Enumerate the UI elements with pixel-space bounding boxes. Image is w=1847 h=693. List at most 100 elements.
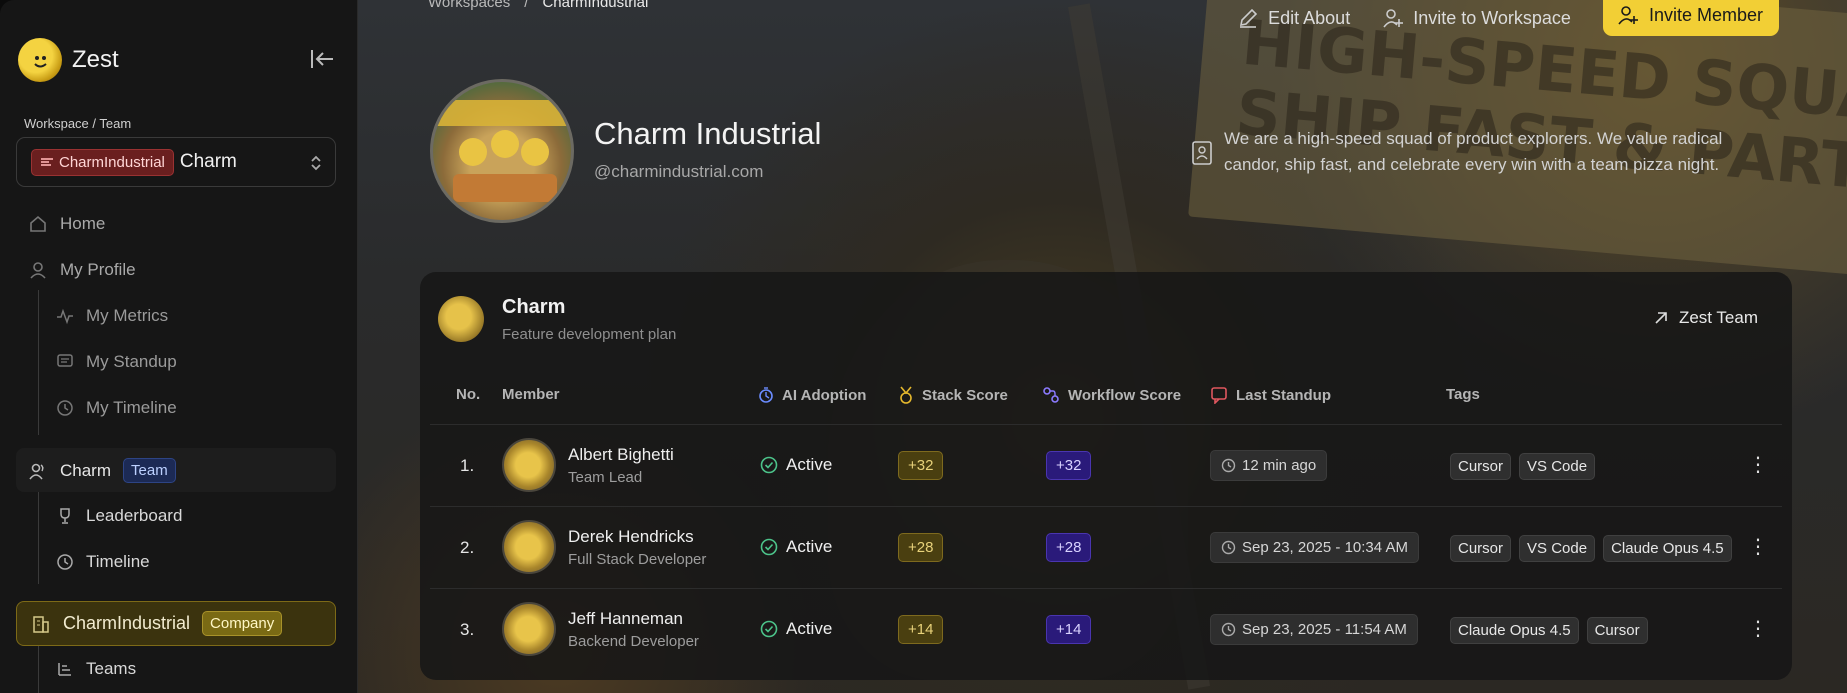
sidebar-item-leaderboard[interactable]: Leaderboard <box>56 506 182 526</box>
tags-cell: Cursor VS Code Claude Opus 4.5 <box>1450 535 1740 562</box>
sidebar-item-my-profile[interactable]: My Profile <box>28 260 136 280</box>
member-info: Albert Bighetti Team Lead <box>568 445 674 486</box>
standup-time: 12 min ago <box>1242 457 1317 474</box>
member-name[interactable]: Albert Bighetti <box>568 445 674 465</box>
nav-tree-line <box>38 290 39 435</box>
tag: VS Code <box>1519 453 1596 480</box>
workflow-icon <box>1043 387 1059 403</box>
member-avatar[interactable] <box>502 602 556 656</box>
team-card: Charm Feature development plan Zest Team… <box>420 272 1792 680</box>
sidebar-item-label: CharmIndustrial <box>63 613 191 633</box>
stack-score-badge: +32 <box>898 451 944 480</box>
column-header-label: Workflow Score <box>1068 386 1182 404</box>
column-header-ai-adoption[interactable]: AI Adoption <box>758 386 866 404</box>
stack-score-badge: +28 <box>898 533 944 562</box>
member-name[interactable]: Derek Hendricks <box>568 527 694 547</box>
workflow-score-badge: +32 <box>1046 451 1092 480</box>
column-header-label: AI Adoption <box>782 386 867 404</box>
ai-adoption-status: Active <box>760 537 832 557</box>
zest-team-link[interactable]: Zest Team <box>1653 308 1758 328</box>
sidebar-item-timeline[interactable]: Timeline <box>56 552 150 572</box>
avatar <box>502 520 556 574</box>
column-header-label: Stack Score <box>922 386 1008 404</box>
edit-about-button[interactable]: Edit About <box>1237 7 1350 29</box>
team-avatar <box>438 296 484 342</box>
workflow-score-badge: +28 <box>1046 533 1092 562</box>
breadcrumb-parent[interactable]: Workspaces <box>428 0 510 11</box>
avatar <box>502 438 556 492</box>
company-avatar[interactable] <box>430 79 574 223</box>
invite-to-workspace-label: Invite to Workspace <box>1413 7 1571 28</box>
column-header-label: Last Standup <box>1236 386 1332 404</box>
row-number: 1. <box>460 456 475 475</box>
last-standup[interactable]: Sep 23, 2025 - 11:54 AM <box>1210 614 1418 645</box>
invite-to-workspace-button[interactable]: Invite to Workspace <box>1382 7 1571 29</box>
column-header-stack-score[interactable]: Stack Score <box>898 386 1008 404</box>
standup-chip: 12 min ago <box>1210 450 1328 481</box>
standup-chip: Sep 23, 2025 - 10:34 AM <box>1210 532 1419 563</box>
member-info: Jeff Hanneman Backend Developer <box>568 609 699 650</box>
table-row[interactable]: 2. Derek Hendricks Full Stack Developer … <box>420 507 1792 589</box>
sidebar-item-label: Teams <box>86 659 137 678</box>
standup-chip: Sep 23, 2025 - 11:54 AM <box>1210 614 1418 645</box>
sidebar-item-company[interactable]: CharmIndustrial Company <box>16 601 336 646</box>
team-card-subtitle: Feature development plan <box>502 326 677 343</box>
row-more-icon[interactable]: ⋮ <box>1748 537 1768 557</box>
workspace-label: Workspace / Team <box>24 116 132 131</box>
sidebar-item-label: My Metrics <box>86 306 169 325</box>
tag: VS Code <box>1519 535 1596 562</box>
member-name[interactable]: Jeff Hanneman <box>568 609 683 629</box>
column-header-last-standup[interactable]: Last Standup <box>1210 386 1331 404</box>
row-more-icon[interactable]: ⋮ <box>1748 619 1768 639</box>
member-avatar[interactable] <box>502 438 556 492</box>
last-standup[interactable]: Sep 23, 2025 - 10:34 AM <box>1210 532 1419 563</box>
sidebar-item-my-metrics[interactable]: My Metrics <box>56 306 168 326</box>
collapse-sidebar-icon[interactable] <box>309 48 335 70</box>
row-more-icon[interactable]: ⋮ <box>1748 455 1768 475</box>
sidebar-item-home[interactable]: Home <box>28 214 105 234</box>
brand-name: Zest <box>72 46 119 73</box>
edit-about-label: Edit About <box>1268 7 1351 28</box>
stack-score: +28 <box>898 533 944 562</box>
ai-adoption-status: Active <box>760 455 832 475</box>
user-icon <box>30 262 46 279</box>
sidebar: Zest Workspace / Team CharmIndustrial Ch… <box>0 0 358 693</box>
stack-score: +14 <box>898 615 944 644</box>
last-standup[interactable]: 12 min ago <box>1210 450 1328 481</box>
column-header-workflow-score[interactable]: Workflow Score <box>1042 386 1181 404</box>
table-row[interactable]: 3. Jeff Hanneman Backend Developer Activ… <box>420 589 1792 671</box>
sidebar-item-teams[interactable]: Teams <box>56 659 136 679</box>
nav-tree-line <box>38 646 39 693</box>
message-icon <box>57 354 73 367</box>
invite-member-label: Invite Member <box>1648 4 1763 25</box>
tag: Cursor <box>1450 453 1512 480</box>
sidebar-item-label: Charm <box>60 460 112 480</box>
sidebar-item-label: Timeline <box>86 552 150 571</box>
home-icon <box>30 215 46 232</box>
column-header-member: Member <box>502 386 560 403</box>
column-header-no: No. <box>456 386 480 403</box>
brand[interactable]: Zest <box>18 38 119 82</box>
standup-time: Sep 23, 2025 - 10:34 AM <box>1242 539 1408 556</box>
activity-icon <box>57 308 73 325</box>
sidebar-item-my-standup[interactable]: My Standup <box>56 352 177 372</box>
workspace-chip-label: CharmIndustrial <box>59 153 165 171</box>
breadcrumb-current: CharmIndustrial <box>542 0 649 11</box>
tags-cell: Claude Opus 4.5 Cursor <box>1450 617 1656 644</box>
sidebar-item-label: My Profile <box>60 260 136 279</box>
check-circle-icon <box>760 456 778 474</box>
sidebar-item-my-timeline[interactable]: My Timeline <box>56 398 177 418</box>
table-row[interactable]: 1. Albert Bighetti Team Lead Active +32 … <box>420 425 1792 507</box>
member-avatar[interactable] <box>502 520 556 574</box>
invite-member-button[interactable]: Invite Member <box>1602 0 1779 36</box>
tag: Claude Opus 4.5 <box>1603 535 1732 562</box>
workspace-team-select[interactable]: CharmIndustrial Charm <box>16 137 336 187</box>
tags-cell: Cursor VS Code <box>1450 453 1603 480</box>
breadcrumb: Workspaces / CharmIndustrial <box>428 0 648 11</box>
contact-book-icon <box>1192 141 1212 165</box>
workspace-selected-value: Charm <box>179 151 237 172</box>
member-info: Derek Hendricks Full Stack Developer <box>568 527 706 568</box>
member-role: Team Lead <box>568 469 643 486</box>
sidebar-item-team-charm[interactable]: Charm Team <box>28 458 176 483</box>
row-number: 2. <box>460 538 475 557</box>
